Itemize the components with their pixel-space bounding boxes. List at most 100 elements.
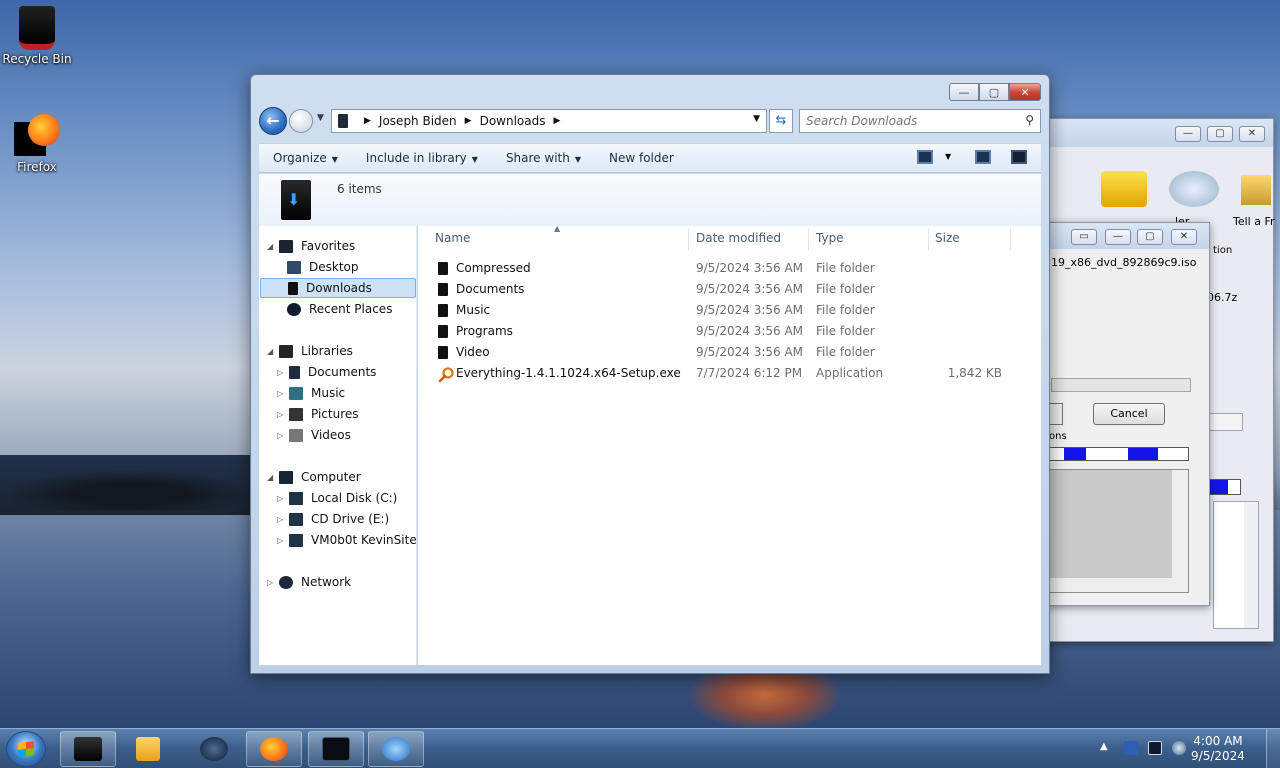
expand-icon[interactable]: ▷ [277, 368, 287, 377]
taskbar-media-player[interactable] [120, 731, 176, 767]
maximize-button[interactable]: ▢ [1207, 126, 1233, 142]
collapse-icon[interactable]: ◢ [267, 347, 277, 356]
taskbar-download-manager[interactable] [368, 731, 424, 767]
share-with-menu[interactable]: Share with ▼ [492, 151, 595, 165]
expand-icon[interactable]: ▷ [277, 410, 287, 419]
maximize-button[interactable]: ▢ [979, 83, 1009, 101]
collapse-icon[interactable]: ◢ [267, 473, 277, 482]
network-status-icon[interactable] [1148, 741, 1162, 755]
search-box[interactable]: ⚲ [799, 109, 1041, 133]
file-row[interactable]: Music 9/5/2024 3:56 AM File folder [418, 300, 1041, 321]
nav-downloads[interactable]: Downloads [260, 278, 416, 298]
back-button[interactable]: ← [259, 107, 287, 135]
nav-local-disk[interactable]: ▷ Local Disk (C:) [277, 488, 397, 508]
expand-icon[interactable]: ▷ [277, 536, 287, 545]
search-input[interactable] [800, 110, 1010, 132]
breadcrumb-downloads[interactable]: Downloads [480, 114, 546, 128]
horizontal-scrollbar[interactable] [1050, 578, 1188, 592]
expand-icon[interactable]: ▷ [277, 431, 287, 440]
nav-libraries[interactable]: ◢ Libraries [267, 341, 353, 361]
clock[interactable]: 4:00 AM 9/5/2024 [1188, 734, 1248, 764]
change-view-icon[interactable] [917, 150, 933, 164]
search-icon[interactable]: ⚲ [1025, 113, 1034, 127]
column-header-type[interactable]: Type [816, 231, 844, 245]
list-panel[interactable] [1213, 501, 1259, 629]
maximize-button[interactable]: ▢ [1137, 229, 1163, 245]
nav-desktop[interactable]: Desktop [287, 257, 359, 277]
file-row[interactable]: Everything-1.4.1.1024.x64-Setup.exe 7/7/… [418, 363, 1041, 384]
start-button[interactable] [6, 731, 46, 767]
taskbar-globe-app[interactable] [186, 731, 242, 767]
desktop-icon-recycle-bin[interactable]: Recycle Bin [0, 6, 74, 66]
new-folder-button[interactable]: New folder [595, 151, 688, 165]
taskbar-firefox[interactable] [246, 731, 302, 767]
file-row[interactable]: Video 9/5/2024 3:56 AM File folder [418, 342, 1041, 363]
help-icon[interactable] [1011, 150, 1027, 164]
toolbar-action-icon[interactable] [1101, 171, 1147, 207]
volume-icon[interactable] [1172, 741, 1186, 755]
organize-menu[interactable]: Organize ▼ [259, 151, 352, 165]
recent-pages-dropdown-icon[interactable]: ▼ [317, 113, 324, 123]
address-bar[interactable]: ▶ Joseph Biden ▶ Downloads ▶ ▼ [331, 109, 767, 133]
breadcrumb-arrow-icon[interactable]: ▶ [553, 116, 560, 126]
nav-cd-drive[interactable]: ▷ CD Drive (E:) [277, 509, 389, 529]
breadcrumb-arrow-icon[interactable]: ▶ [465, 116, 472, 126]
minimize-button[interactable]: — [1175, 126, 1201, 142]
nav-lib-pictures[interactable]: ▷ Pictures [277, 404, 359, 424]
taskbar-monitor-app[interactable] [308, 731, 364, 767]
navigation-pane[interactable]: ◢ Favorites Desktop Downloads Recent Plac… [259, 226, 417, 665]
close-button[interactable]: ✕ [1239, 126, 1265, 142]
view-options-dropdown-icon[interactable]: ▼ [945, 152, 951, 161]
file-list[interactable]: ▲ Name Date modified Type Size Compresse… [418, 224, 1041, 665]
close-button[interactable]: ✕ [1171, 229, 1197, 245]
nav-favorites[interactable]: ◢ Favorites [267, 236, 355, 256]
column-divider[interactable] [1010, 228, 1011, 250]
collapse-icon[interactable]: ◢ [267, 242, 277, 251]
expand-icon[interactable]: ▷ [277, 515, 287, 524]
close-button[interactable]: ✕ [1009, 83, 1041, 101]
column-header-name[interactable]: Name [435, 231, 470, 245]
column-header-date[interactable]: Date modified [696, 231, 781, 245]
taskbar-explorer[interactable] [60, 731, 116, 767]
minimize-button[interactable]: — [1105, 229, 1131, 245]
restore-button[interactable]: ▭ [1071, 229, 1097, 245]
desktop-icon-firefox[interactable]: Firefox [0, 112, 74, 174]
minimize-button[interactable]: — [949, 83, 979, 101]
toolbar-action-icon[interactable] [1241, 175, 1271, 205]
tray-app-icon[interactable] [1124, 741, 1138, 755]
breadcrumb-arrow-icon[interactable]: ▶ [364, 116, 371, 126]
include-in-library-menu[interactable]: Include in library ▼ [352, 151, 492, 165]
refresh-button[interactable]: ⇆ [769, 109, 793, 133]
nav-computer[interactable]: ◢ Computer [267, 467, 361, 487]
background-window-dialog[interactable]: ▭ — ▢ ✕ 19_x86_dvd_892869c9.iso Cancel o… [1040, 222, 1210, 606]
column-divider[interactable] [688, 228, 689, 250]
file-row[interactable]: Compressed 9/5/2024 3:56 AM File folder [418, 258, 1041, 279]
breadcrumb-user[interactable]: Joseph Biden [379, 114, 457, 128]
vertical-scrollbar[interactable] [1172, 470, 1188, 580]
list-panel[interactable] [1049, 469, 1189, 593]
expand-icon[interactable]: ▷ [267, 578, 277, 587]
show-hidden-icons-icon[interactable]: ▲ [1100, 741, 1108, 752]
toolbar-action-icon[interactable] [1169, 171, 1219, 207]
nav-lib-videos[interactable]: ▷ Videos [277, 425, 351, 445]
column-header-size[interactable]: Size [935, 231, 960, 245]
cancel-button[interactable]: Cancel [1093, 403, 1165, 425]
nav-vm-site[interactable]: ▷ VM0b0t KevinSite [277, 530, 416, 550]
forward-button[interactable] [289, 109, 313, 133]
expand-icon[interactable]: ▷ [277, 389, 287, 398]
scrollbar[interactable] [1244, 502, 1258, 628]
show-desktop-button[interactable] [1266, 729, 1280, 768]
address-dropdown-icon[interactable]: ▼ [753, 114, 760, 124]
expand-icon[interactable]: ▷ [277, 494, 287, 503]
nav-recent-places[interactable]: Recent Places [287, 299, 392, 319]
column-divider[interactable] [808, 228, 809, 250]
file-row[interactable]: Programs 9/5/2024 3:56 AM File folder [418, 321, 1041, 342]
nav-lib-documents[interactable]: ▷ Documents [277, 362, 376, 382]
column-divider[interactable] [928, 228, 929, 250]
explorer-window[interactable]: — ▢ ✕ ← ▼ ▶ Joseph Biden ▶ Downloads ▶ ▼… [250, 74, 1050, 674]
nav-lib-music[interactable]: ▷ Music [277, 383, 345, 403]
nav-network[interactable]: ▷ Network [267, 572, 351, 592]
preview-pane-icon[interactable] [975, 150, 991, 164]
text-field[interactable] [1209, 413, 1243, 431]
file-row[interactable]: Documents 9/5/2024 3:56 AM File folder [418, 279, 1041, 300]
